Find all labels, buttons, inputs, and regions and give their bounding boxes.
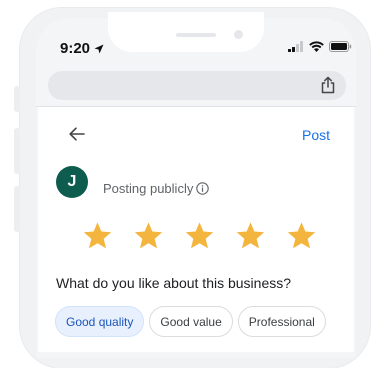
star-rating[interactable] (82, 220, 317, 251)
phone-side-button (14, 128, 20, 174)
status-icons (288, 41, 352, 52)
post-button[interactable]: Post (302, 127, 330, 143)
avatar-initial: J (67, 173, 77, 190)
share-icon[interactable] (320, 76, 336, 94)
star-icon[interactable] (286, 220, 317, 251)
notch-speaker (176, 33, 216, 37)
phone-side-button (14, 86, 20, 112)
posting-publicly-label: Posting publicly (103, 181, 194, 196)
star-icon[interactable] (133, 220, 164, 251)
arrow-back-icon[interactable] (68, 126, 86, 142)
question-heading: What do you like about this business? (56, 275, 292, 291)
status-time: 9:20 (60, 40, 104, 57)
signal-icon (288, 41, 303, 52)
battery-icon (329, 41, 352, 52)
status-time-text: 9:20 (60, 40, 91, 57)
star-icon[interactable] (184, 220, 215, 251)
notch-camera (234, 30, 243, 39)
avatar: J (56, 166, 88, 198)
chip-group: Good quality Good value Professional (55, 306, 326, 337)
info-icon[interactable] (196, 182, 210, 195)
chip-good-quality[interactable]: Good quality (55, 306, 145, 337)
address-bar[interactable] (48, 71, 346, 100)
wifi-icon (309, 41, 324, 52)
posting-publicly: Posting publicly (103, 181, 210, 196)
location-arrow-icon (94, 44, 104, 53)
chip-professional[interactable]: Professional (237, 306, 326, 337)
chip-good-value[interactable]: Good value (149, 306, 233, 337)
star-icon[interactable] (235, 220, 266, 251)
phone-side-button (14, 186, 20, 232)
star-icon[interactable] (82, 220, 113, 251)
